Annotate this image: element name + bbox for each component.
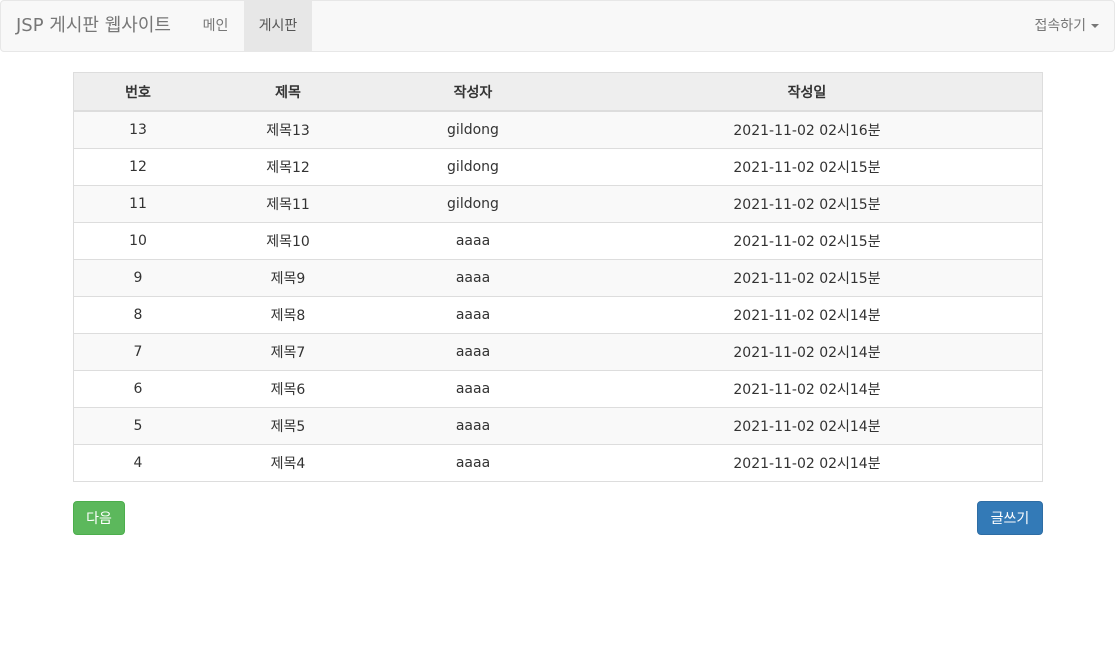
row-title-link[interactable]: 제목12: [202, 148, 374, 186]
row-title-link[interactable]: 제목5: [202, 407, 374, 445]
top-navbar: JSP 게시판 웹사이트 메인 게시판 접속하기: [0, 0, 1115, 52]
row-date: 2021-11-02 02시14분: [572, 296, 1043, 334]
row-number: 7: [73, 333, 202, 371]
table-row: 8 제목8 aaaa 2021-11-02 02시14분: [73, 296, 1043, 334]
row-title-link[interactable]: 제목13: [202, 110, 374, 149]
board-table: 번호 제목 작성자 작성일 13 제목13 gildong 2021-11-02…: [73, 72, 1043, 482]
row-number: 6: [73, 370, 202, 408]
row-date: 2021-11-02 02시15분: [572, 148, 1043, 186]
row-date: 2021-11-02 02시14분: [572, 370, 1043, 408]
row-number: 9: [73, 259, 202, 297]
row-title-link[interactable]: 제목9: [202, 259, 374, 297]
row-writer: aaaa: [374, 370, 572, 408]
brand-link[interactable]: JSP 게시판 웹사이트: [16, 1, 171, 51]
column-header-writer: 작성자: [374, 72, 572, 112]
connect-dropdown[interactable]: 접속하기: [1034, 1, 1099, 51]
table-row: 7 제목7 aaaa 2021-11-02 02시14분: [73, 333, 1043, 371]
caret-down-icon: [1091, 24, 1099, 28]
next-page-button[interactable]: 다음: [73, 501, 125, 535]
write-post-button[interactable]: 글쓰기: [977, 501, 1043, 535]
row-writer: gildong: [374, 185, 572, 223]
row-writer: aaaa: [374, 222, 572, 260]
column-header-title: 제목: [202, 72, 374, 112]
table-row: 10 제목10 aaaa 2021-11-02 02시15분: [73, 222, 1043, 260]
row-date: 2021-11-02 02시15분: [572, 259, 1043, 297]
nav-item-main[interactable]: 메인: [187, 1, 244, 51]
row-number: 4: [73, 444, 202, 482]
row-date: 2021-11-02 02시14분: [572, 407, 1043, 445]
row-writer: aaaa: [374, 259, 572, 297]
table-header-row: 번호 제목 작성자 작성일: [73, 72, 1043, 112]
nav-item-board[interactable]: 게시판: [244, 1, 312, 51]
row-date: 2021-11-02 02시15분: [572, 185, 1043, 223]
row-writer: aaaa: [374, 333, 572, 371]
row-title-link[interactable]: 제목6: [202, 370, 374, 408]
row-title-link[interactable]: 제목4: [202, 444, 374, 482]
row-date: 2021-11-02 02시15분: [572, 222, 1043, 260]
column-header-date: 작성일: [572, 72, 1043, 112]
column-header-number: 번호: [73, 72, 202, 112]
row-writer: gildong: [374, 110, 572, 149]
row-title-link[interactable]: 제목11: [202, 185, 374, 223]
table-row: 13 제목13 gildong 2021-11-02 02시16분: [73, 110, 1043, 149]
row-number: 10: [73, 222, 202, 260]
row-number: 8: [73, 296, 202, 334]
table-row: 5 제목5 aaaa 2021-11-02 02시14분: [73, 407, 1043, 445]
row-number: 11: [73, 185, 202, 223]
row-date: 2021-11-02 02시14분: [572, 444, 1043, 482]
row-title-link[interactable]: 제목7: [202, 333, 374, 371]
row-number: 13: [73, 110, 202, 149]
row-date: 2021-11-02 02시16분: [572, 110, 1043, 149]
row-writer: aaaa: [374, 444, 572, 482]
table-row: 12 제목12 gildong 2021-11-02 02시15분: [73, 148, 1043, 186]
row-title-link[interactable]: 제목8: [202, 296, 374, 334]
row-writer: gildong: [374, 148, 572, 186]
table-row: 6 제목6 aaaa 2021-11-02 02시14분: [73, 370, 1043, 408]
row-writer: aaaa: [374, 296, 572, 334]
table-row: 4 제목4 aaaa 2021-11-02 02시14분: [73, 444, 1043, 482]
table-row: 11 제목11 gildong 2021-11-02 02시15분: [73, 185, 1043, 223]
row-writer: aaaa: [374, 407, 572, 445]
row-title-link[interactable]: 제목10: [202, 222, 374, 260]
row-date: 2021-11-02 02시14분: [572, 333, 1043, 371]
table-row: 9 제목9 aaaa 2021-11-02 02시15분: [73, 259, 1043, 297]
connect-dropdown-label: 접속하기: [1034, 18, 1086, 34]
row-number: 12: [73, 148, 202, 186]
row-number: 5: [73, 407, 202, 445]
